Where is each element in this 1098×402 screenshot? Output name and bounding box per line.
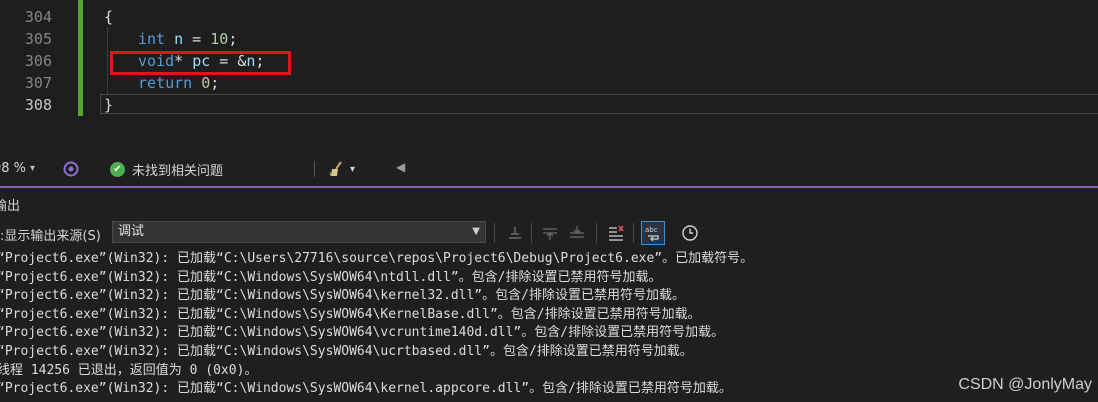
issues-text: 未找到相关问题 <box>132 164 224 179</box>
svg-text:abc: abc <box>645 226 658 234</box>
log-line: “Project6.exe”(Win32): 已加载“C:\Windows\Sy… <box>0 306 701 322</box>
output-panel: 输出 显示输出来源(S): 调试 ▼ abc “Project6.exe”(Wi… <box>0 188 1098 402</box>
broom-icon <box>329 161 342 177</box>
log-line: “Project6.exe”(Win32): 已加载“C:\Windows\Sy… <box>0 288 685 304</box>
go-to-source-button[interactable] <box>503 221 527 245</box>
log-line: “Project6.exe”(Win32): 已加载“C:\Windows\Sy… <box>0 343 693 359</box>
code-token: 0 <box>201 74 211 92</box>
checkmark-circle-icon: ✔ <box>110 162 125 177</box>
go-to-source-icon <box>509 227 521 239</box>
word-wrap-icon: abc <box>645 226 659 242</box>
separator <box>531 223 532 243</box>
zoom-dropdown[interactable]: 98 % ▾ <box>0 161 35 176</box>
watermark: CSDN @JonlyMay <box>958 376 1092 393</box>
indent-guide <box>107 28 108 94</box>
output-source-select[interactable]: 调试 ▼ <box>112 221 486 243</box>
editor-status-bar: 98 % ▾ ✔ 未找到相关问题 ▾ ◀ <box>0 152 1098 186</box>
annotation-highlight-box <box>110 51 291 75</box>
clock-icon <box>682 225 698 241</box>
output-source-value: 调试 <box>118 224 145 239</box>
log-line: “Project6.exe”(Win32): 已加载“C:\Windows\Sy… <box>0 325 725 341</box>
code-token: ; <box>228 30 238 48</box>
clear-all-button[interactable] <box>604 221 628 245</box>
zoom-value: 98 % <box>0 161 27 176</box>
separator <box>596 223 597 243</box>
code-token: ; <box>210 74 220 92</box>
arrow-down-lines-icon <box>570 226 584 238</box>
code-token: { <box>104 8 114 26</box>
code-line[interactable]: { <box>104 6 113 28</box>
code-token: = <box>183 30 211 48</box>
code-token: return <box>138 74 193 92</box>
output-source-label: 显示输出来源(S): <box>0 229 101 244</box>
separator <box>494 223 495 243</box>
log-line: “Project6.exe”(Win32): 已加载“C:\Windows\Sy… <box>0 269 662 285</box>
chevron-down-icon: ▼ <box>472 226 480 237</box>
code-line[interactable]: int n = 10; <box>138 28 237 50</box>
output-log[interactable]: “Project6.exe”(Win32): 已加载“C:\Users\2771… <box>0 250 1098 402</box>
clear-all-icon <box>609 225 624 241</box>
code-token: n <box>174 30 184 48</box>
intellicode-icon[interactable] <box>62 160 80 178</box>
ide-window: 304 305 306 307 308 { int n = 10; void* … <box>0 0 1098 402</box>
log-line: 线程 14256 已退出，返回值为 0 (0x0)。 <box>0 362 258 378</box>
log-line: “Project6.exe”(Win32): 已加载“C:\Windows\Sy… <box>0 381 732 397</box>
line-number-gutter: 304 305 306 307 308 <box>0 0 58 152</box>
code-token: int <box>138 30 166 48</box>
code-cleanup-button[interactable]: ▾ <box>328 159 364 179</box>
line-number: 304 <box>24 8 52 26</box>
line-number: 307 <box>24 74 52 92</box>
line-number: 305 <box>24 30 52 48</box>
line-number-current: 308 <box>24 96 52 114</box>
code-token: } <box>104 96 114 114</box>
scroll-left-icon[interactable]: ◀ <box>396 160 405 174</box>
chevron-down-icon: ▾ <box>350 163 356 175</box>
toggle-word-wrap-button[interactable]: abc <box>641 221 665 245</box>
previous-message-button[interactable] <box>538 221 562 245</box>
separator <box>314 161 315 177</box>
code-editor[interactable]: 304 305 306 307 308 { int n = 10; void* … <box>0 0 1098 152</box>
panel-title: 输出 <box>0 199 20 214</box>
current-line-highlight <box>100 94 1098 114</box>
issues-indicator[interactable]: ✔ 未找到相关问题 <box>110 160 223 179</box>
code-token: 10 <box>210 30 229 48</box>
code-line[interactable]: } <box>104 94 113 116</box>
arrow-up-lines-icon <box>543 228 557 240</box>
change-tracking-bar <box>78 0 83 116</box>
code-line[interactable]: return 0; <box>138 72 219 94</box>
output-toolbar: 显示输出来源(S): 调试 ▼ abc <box>0 218 1098 248</box>
next-message-button[interactable] <box>565 221 589 245</box>
chevron-down-icon: ▾ <box>30 163 36 174</box>
show-timestamp-button[interactable] <box>678 221 702 245</box>
log-line: “Project6.exe”(Win32): 已加载“C:\Users\2771… <box>0 251 754 266</box>
line-number: 306 <box>24 52 52 70</box>
separator <box>633 223 634 243</box>
